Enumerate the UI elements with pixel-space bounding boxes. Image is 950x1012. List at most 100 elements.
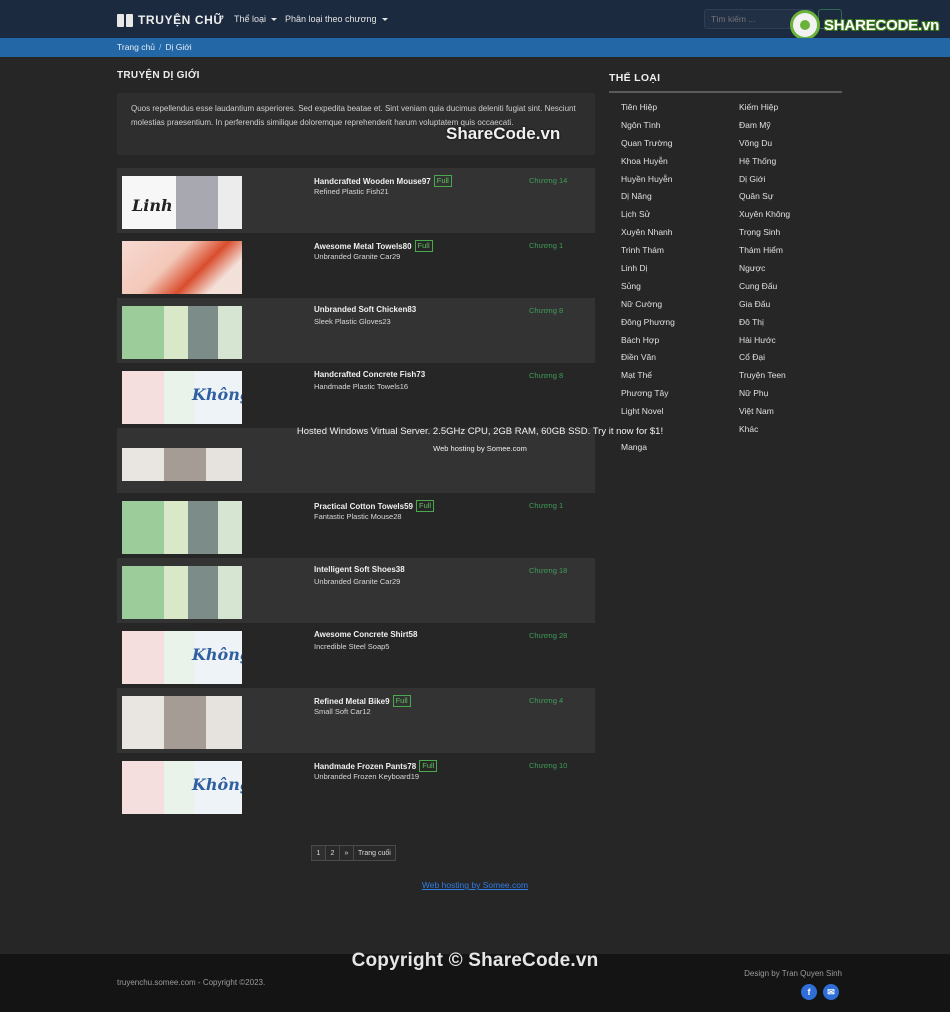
story-chapter-link[interactable]: Chương 10	[529, 761, 567, 770]
genre-link[interactable]: Dị Năng	[621, 189, 739, 207]
genre-link[interactable]: Huyền Huyễn	[621, 172, 739, 190]
story-chapter-link[interactable]: Chương 14	[529, 176, 567, 185]
story-author: Incredible Steel Soap5	[314, 642, 390, 651]
genre-link[interactable]: Gia Đấu	[739, 297, 851, 315]
genre-link[interactable]: Kiếm Hiệp	[739, 100, 851, 118]
story-cover-image[interactable]: Không	[122, 761, 242, 814]
story-title-link[interactable]: Practical Cotton Towels59 Full	[314, 500, 435, 512]
facebook-icon[interactable]: f	[801, 984, 817, 1000]
book-icon	[117, 13, 133, 27]
page-1-button[interactable]: 1	[311, 845, 326, 861]
sidebar-title: THỂ LOẠI	[609, 72, 661, 84]
story-chapter-link[interactable]: Chương 8	[529, 371, 563, 380]
story-cover-image[interactable]: Không	[122, 371, 242, 424]
story-row[interactable]: Không Handmade Frozen Pants78 Full Unbra…	[117, 753, 595, 818]
story-title-link[interactable]: Handcrafted Wooden Mouse97 Full	[314, 175, 452, 187]
genre-link[interactable]: Dị Giới	[739, 172, 851, 190]
genre-link	[621, 422, 739, 440]
genre-link[interactable]: Đam Mỹ	[739, 118, 851, 136]
story-chapter-link[interactable]: Chương 4	[529, 696, 563, 705]
genre-link[interactable]: Xuyên Nhanh	[621, 225, 739, 243]
genre-link[interactable]: Cung Đấu	[739, 279, 851, 297]
story-author: Small Soft Car12	[314, 707, 371, 716]
sharecode-watermark-text: ShareCode.vn	[446, 124, 561, 143]
genre-link[interactable]: Ngôn Tình	[621, 118, 739, 136]
story-cover-image[interactable]: Linh	[122, 176, 242, 229]
genre-link[interactable]: Hài Hước	[739, 333, 851, 351]
story-row[interactable]	[117, 428, 595, 493]
genre-link[interactable]: Quan Trường	[621, 136, 739, 154]
brand-name: TRUYỆN CHỮ	[138, 13, 224, 27]
story-row[interactable]: Linh Handcrafted Wooden Mouse97 Full Ref…	[117, 168, 595, 233]
story-row[interactable]: Unbranded Soft Chicken83 Sleek Plastic G…	[117, 298, 595, 363]
genre-link[interactable]: Khoa Huyễn	[621, 154, 739, 172]
genre-link[interactable]: Trọng Sinh	[739, 225, 851, 243]
story-row[interactable]: Practical Cotton Towels59 Full Fantastic…	[117, 493, 595, 558]
caret-down-icon	[381, 17, 388, 21]
genre-link[interactable]: Hệ Thống	[739, 154, 851, 172]
genre-link[interactable]: Trinh Thám	[621, 243, 739, 261]
story-title-link[interactable]: Intelligent Soft Shoes38	[314, 565, 405, 574]
story-cover-image[interactable]	[122, 501, 242, 554]
genre-link[interactable]: Manga	[621, 440, 739, 458]
page-2-button[interactable]: 2	[325, 845, 340, 861]
story-chapter-link[interactable]: Chương 18	[529, 566, 567, 575]
genre-link[interactable]: Light Novel	[621, 404, 739, 422]
somee-hosting-link[interactable]: Web hosting by Somee.com	[0, 880, 950, 890]
story-chapter-link[interactable]: Chương 1	[529, 241, 563, 250]
story-chapter-link[interactable]: Chương 8	[529, 306, 563, 315]
genre-link[interactable]: Điền Văn	[621, 350, 739, 368]
breadcrumb-separator: /	[158, 42, 162, 52]
genre-link[interactable]: Khác	[739, 422, 851, 440]
story-title-link[interactable]: Unbranded Soft Chicken83	[314, 305, 416, 314]
story-chapter-link[interactable]: Chương 1	[529, 501, 563, 510]
genre-link[interactable]: Xuyên Không	[739, 207, 851, 225]
nav-menu-chapter-classification[interactable]: Phân loại theo chương	[285, 14, 388, 24]
genre-link[interactable]: Mạt Thế	[621, 368, 739, 386]
genre-link[interactable]: Tiên Hiệp	[621, 100, 739, 118]
genre-link[interactable]: Lịch Sử	[621, 207, 739, 225]
story-row[interactable]: Refined Metal Bike9 Full Small Soft Car1…	[117, 688, 595, 753]
story-title-link[interactable]: Handmade Frozen Pants78 Full	[314, 760, 438, 772]
last-page-button[interactable]: Trang cuối	[353, 845, 396, 861]
genre-link[interactable]: Đô Thị	[739, 315, 851, 333]
story-cover-image[interactable]: Không	[122, 631, 242, 684]
genre-link[interactable]: Nữ Cường	[621, 297, 739, 315]
genre-link[interactable]: Ngược	[739, 261, 851, 279]
next-page-button[interactable]: »	[339, 845, 354, 861]
genre-link[interactable]: Sủng	[621, 279, 739, 297]
story-cover-image[interactable]	[122, 241, 242, 294]
genre-link[interactable]: Võng Du	[739, 136, 851, 154]
email-icon[interactable]: ✉	[823, 984, 839, 1000]
genre-link[interactable]: Linh Dị	[621, 261, 739, 279]
story-title: Awesome Metal Towels80	[314, 241, 412, 251]
brand-logo[interactable]: TRUYỆN CHỮ	[117, 11, 224, 29]
story-title-link[interactable]: Refined Metal Bike9 Full	[314, 695, 411, 707]
story-title-link[interactable]: Awesome Metal Towels80 Full	[314, 240, 433, 252]
story-cover-image[interactable]	[122, 566, 242, 619]
genre-link[interactable]: Việt Nam	[739, 404, 851, 422]
story-chapter-link[interactable]: Chương 28	[529, 631, 567, 640]
genre-link[interactable]: Thám Hiểm	[739, 243, 851, 261]
story-title: Handmade Frozen Pants78	[314, 761, 417, 771]
story-cover-image[interactable]	[122, 306, 242, 359]
story-row[interactable]: Không Handcrafted Concrete Fish73 Handma…	[117, 363, 595, 428]
genre-link[interactable]: Bách Hợp	[621, 333, 739, 351]
nav-menu-genres[interactable]: Thể loại	[234, 14, 278, 24]
genre-link[interactable]: Phương Tây	[621, 386, 739, 404]
story-author: Unbranded Granite Car29	[314, 252, 401, 261]
genre-link[interactable]: Cổ Đại	[739, 350, 851, 368]
sharecode-logo-icon	[790, 10, 820, 40]
story-row[interactable]: Intelligent Soft Shoes38 Unbranded Grani…	[117, 558, 595, 623]
story-cover-image[interactable]	[122, 696, 242, 749]
story-title-link[interactable]: Awesome Concrete Shirt58	[314, 630, 417, 639]
genre-link[interactable]: Truyện Teen	[739, 368, 851, 386]
story-title: Handcrafted Concrete Fish73	[314, 370, 426, 379]
genre-link[interactable]: Đông Phương	[621, 315, 739, 333]
breadcrumb-home-link[interactable]: Trang chủ	[117, 42, 155, 52]
story-title-link[interactable]: Handcrafted Concrete Fish73	[314, 370, 425, 379]
genre-link[interactable]: Quân Sự	[739, 189, 851, 207]
story-row[interactable]: Awesome Metal Towels80 Full Unbranded Gr…	[117, 233, 595, 298]
story-row[interactable]: Không Awesome Concrete Shirt58 Incredibl…	[117, 623, 595, 688]
genre-link[interactable]: Nữ Phụ	[739, 386, 851, 404]
